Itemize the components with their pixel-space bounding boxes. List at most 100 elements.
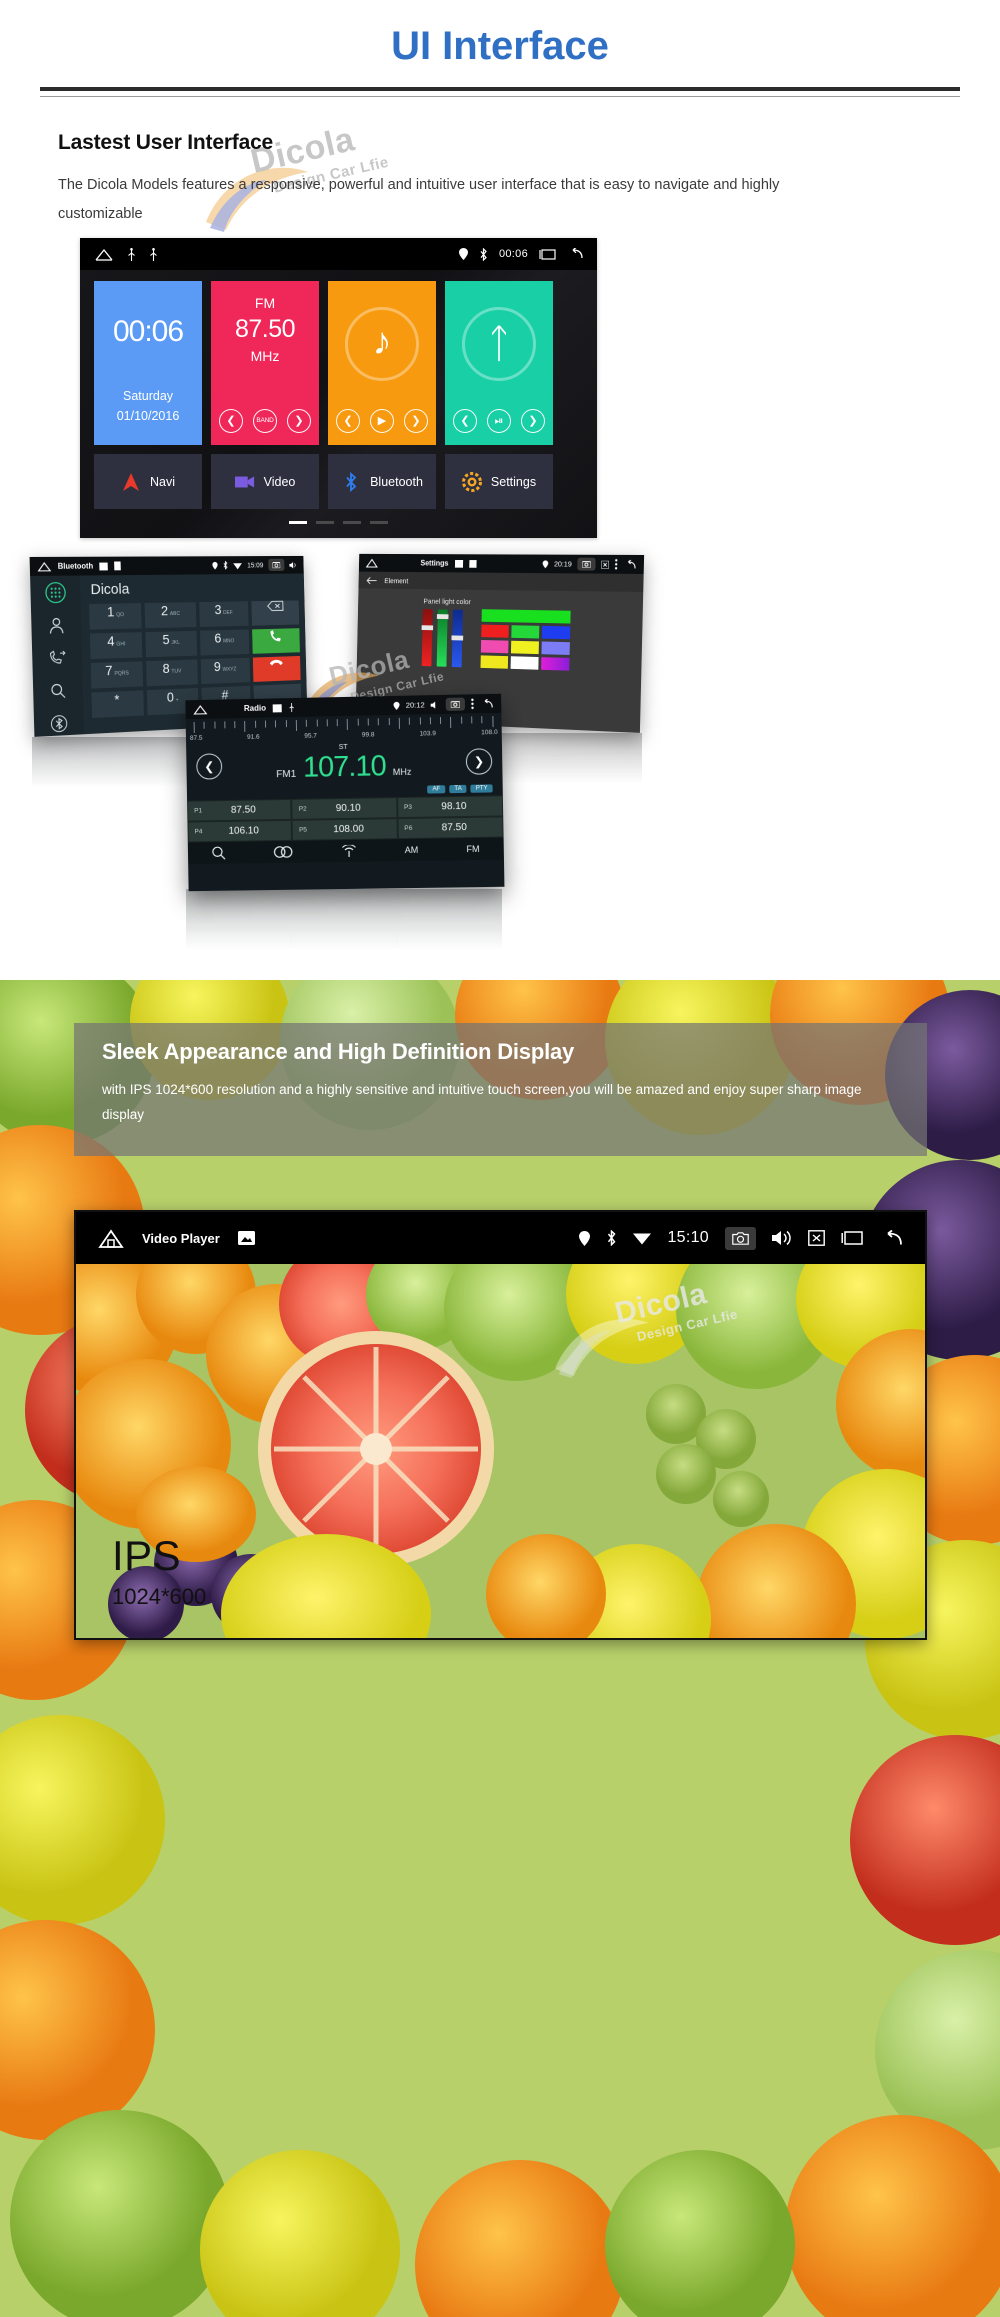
volume-icon[interactable]: [772, 1230, 792, 1246]
volume-icon[interactable]: [289, 561, 297, 568]
radio-widget-band: FM: [255, 295, 275, 311]
key-8[interactable]: 8 TUV: [146, 659, 197, 686]
camera-icon[interactable]: [577, 558, 595, 571]
back-icon[interactable]: [480, 698, 493, 708]
music-prev-button[interactable]: ❮: [336, 409, 360, 433]
page-dot-4[interactable]: [370, 521, 388, 524]
call-end-button[interactable]: [253, 656, 301, 682]
preset-p1[interactable]: P1 87.50: [187, 799, 292, 822]
close-icon[interactable]: [601, 560, 609, 568]
rds-pty-button[interactable]: PTY: [471, 784, 493, 792]
dialpad-icon[interactable]: [43, 581, 69, 605]
antenna-icon[interactable]: [341, 844, 357, 857]
key-6[interactable]: 6 MNO: [200, 629, 250, 655]
search-icon[interactable]: [212, 846, 226, 860]
search-icon[interactable]: [45, 679, 70, 704]
back-icon[interactable]: [623, 559, 636, 569]
band-fm-button[interactable]: FM: [466, 844, 479, 854]
preset-p3[interactable]: P3 98.10: [397, 795, 503, 818]
preset-p6[interactable]: P6 87.50: [397, 816, 503, 839]
radio-band-button[interactable]: BAND: [253, 409, 277, 433]
bluetooth-icon[interactable]: [46, 711, 71, 736]
back-icon[interactable]: [879, 1230, 903, 1247]
page-dot-2[interactable]: [316, 521, 334, 524]
app-settings[interactable]: Settings: [445, 454, 553, 509]
rds-af-button[interactable]: AF: [427, 785, 445, 793]
slider-green[interactable]: [437, 609, 448, 666]
swatch-red[interactable]: [481, 625, 509, 638]
radio-widget[interactable]: FM 87.50 MHz ❮ BAND ❯: [211, 281, 319, 445]
recents-icon[interactable]: [841, 1230, 863, 1246]
key-3[interactable]: 3 DEF: [199, 601, 249, 627]
app-video[interactable]: Video: [211, 454, 319, 509]
music-widget[interactable]: ♪ ❮ ▶ ❯: [328, 281, 436, 445]
swatch-green-wide[interactable]: [481, 609, 570, 623]
back-arrow-icon[interactable]: [366, 576, 377, 585]
overflow-menu-icon[interactable]: [615, 559, 618, 570]
ips-overlay-label: IPS 1024*600: [112, 1532, 206, 1610]
bt-next-button[interactable]: ❯: [521, 409, 545, 433]
clock-widget[interactable]: 00:06 Saturday 01/10/2016: [94, 281, 202, 445]
radio-prev-button[interactable]: ❮: [219, 409, 243, 433]
page-dot-3[interactable]: [343, 521, 361, 524]
home-icon[interactable]: [37, 561, 51, 572]
app-bluetooth[interactable]: Bluetooth: [328, 454, 436, 509]
overflow-menu-icon[interactable]: [471, 698, 474, 709]
key-9[interactable]: 9 WXYZ: [200, 658, 250, 684]
band-am-button[interactable]: AM: [405, 845, 419, 855]
swatch-blue[interactable]: [542, 626, 570, 639]
recents-icon[interactable]: [539, 248, 556, 260]
key-4[interactable]: 4 GHI: [90, 632, 143, 659]
music-play-button[interactable]: ▶: [370, 409, 394, 433]
home-icon[interactable]: [98, 1228, 124, 1248]
home-icon[interactable]: [193, 704, 207, 715]
app-navi[interactable]: Navi: [94, 454, 202, 509]
key-2[interactable]: 2 ABC: [145, 602, 196, 628]
call-history-icon[interactable]: [45, 646, 71, 671]
header-divider: [40, 87, 960, 97]
key-5[interactable]: 5 JKL: [146, 631, 197, 657]
radio-next-button[interactable]: ❯: [287, 409, 311, 433]
home-icon[interactable]: [94, 248, 114, 261]
tune-down-button[interactable]: ❮: [196, 753, 222, 779]
page-dot-1[interactable]: [289, 521, 307, 524]
contacts-icon[interactable]: [44, 613, 70, 637]
bluetooth-widget[interactable]: ᛏ ❮ ⏯ ❯: [445, 281, 553, 445]
swatch-green[interactable]: [511, 625, 539, 638]
camera-icon[interactable]: [268, 559, 284, 571]
key-1[interactable]: 1 QO: [89, 603, 142, 629]
slider-green-knob[interactable]: [437, 614, 449, 619]
stereo-icon[interactable]: [273, 846, 293, 858]
slider-red-knob[interactable]: [422, 625, 434, 630]
bt-prev-button[interactable]: ❮: [453, 409, 477, 433]
preset-id: P6: [404, 825, 412, 832]
bt-playpause-button[interactable]: ⏯: [487, 409, 511, 433]
swatch-white[interactable]: [510, 656, 538, 669]
key-sub: WXYZ: [222, 667, 236, 673]
tune-up-button[interactable]: ❯: [466, 748, 493, 775]
swatch-pink[interactable]: [481, 640, 509, 653]
preset-p4[interactable]: P4 106.10: [187, 820, 292, 843]
key-star[interactable]: *: [91, 690, 144, 718]
camera-icon[interactable]: [446, 697, 465, 710]
music-next-button[interactable]: ❯: [404, 409, 428, 433]
back-icon[interactable]: [567, 248, 583, 260]
slider-blue-knob[interactable]: [452, 635, 464, 640]
preset-p5[interactable]: P5 108.00: [292, 818, 398, 841]
swatch-purple-gradient[interactable]: [541, 657, 569, 671]
volume-icon[interactable]: [431, 701, 440, 709]
preset-p2[interactable]: P2 90.10: [292, 797, 398, 820]
close-icon[interactable]: [808, 1230, 825, 1246]
key-7[interactable]: 7 PQRS: [91, 661, 144, 688]
slider-red[interactable]: [422, 609, 433, 666]
home-icon[interactable]: [366, 558, 378, 568]
slider-blue[interactable]: [452, 610, 463, 668]
key-delete[interactable]: [251, 600, 299, 625]
swatch-yellow[interactable]: [511, 641, 539, 654]
swatch-periwinkle[interactable]: [541, 641, 569, 654]
video-player-screen[interactable]: Dicola Design Car Lfie IPS 1024*600: [76, 1264, 925, 1638]
camera-icon[interactable]: [725, 1227, 756, 1250]
rds-ta-button[interactable]: TA: [449, 785, 466, 793]
call-answer-button[interactable]: [252, 628, 300, 654]
swatch-yellow2[interactable]: [480, 655, 508, 668]
